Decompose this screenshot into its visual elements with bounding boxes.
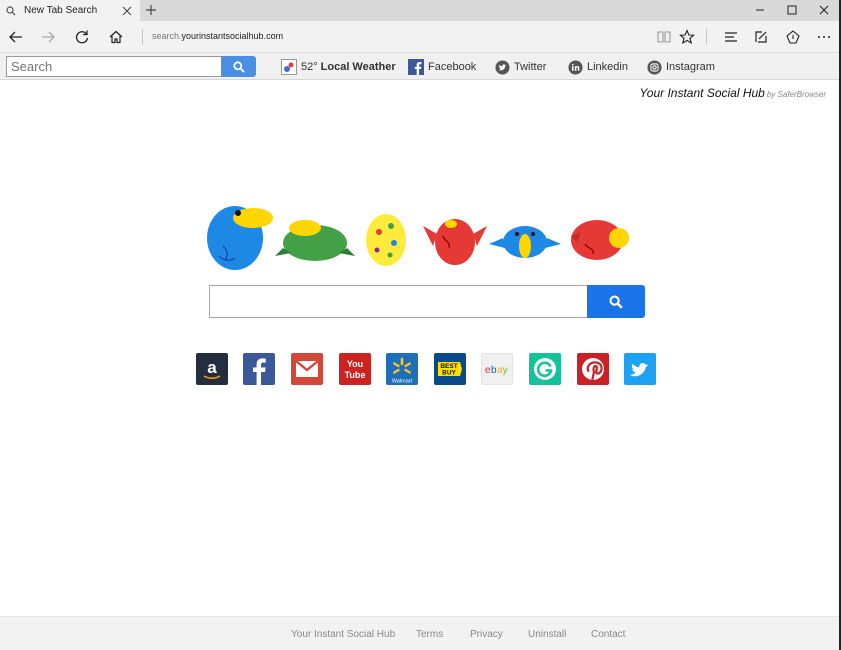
- forward-arrow-icon[interactable]: [40, 29, 56, 45]
- instagram-icon: [647, 59, 662, 75]
- toolbar-link-linkedin[interactable]: Linkedin: [568, 58, 628, 76]
- footer-link-privacy[interactable]: Privacy: [470, 629, 503, 640]
- favorite-star-icon[interactable]: [679, 29, 695, 45]
- bestbuy-icon: BESTBUY: [438, 362, 462, 377]
- extension-toolbar: 52°Local Weather Facebook Twitter Linked…: [0, 53, 841, 80]
- weather-icon: [281, 59, 297, 75]
- toolbar-link-label: Twitter: [514, 61, 547, 73]
- share-icon[interactable]: [785, 29, 801, 45]
- reading-view-icon[interactable]: [656, 29, 672, 45]
- brand-name: Your Instant Social Hub: [639, 86, 765, 100]
- walmart-icon: Walmart: [392, 357, 413, 385]
- maximize-icon[interactable]: [786, 4, 798, 16]
- address-divider: [142, 29, 143, 45]
- quick-link-walmart[interactable]: Walmart: [386, 353, 418, 385]
- toolbar-link-twitter[interactable]: Twitter: [495, 58, 546, 76]
- window-close-icon[interactable]: [818, 4, 830, 16]
- hub-icon[interactable]: [723, 29, 739, 45]
- amazon-icon: a: [203, 358, 221, 380]
- toolbar-link-label: Instagram: [666, 61, 715, 73]
- brand-by: by SaferBrowser: [766, 90, 826, 99]
- toolbar-link-label: Linkedin: [587, 61, 628, 73]
- svg-text:Walmart: Walmart: [392, 379, 413, 385]
- toolbar-search-input[interactable]: [6, 56, 222, 77]
- quick-link-youtube[interactable]: You Tube: [339, 353, 371, 385]
- weather-label: Local Weather: [320, 61, 396, 73]
- weather-temp: 52°: [301, 61, 318, 73]
- tab-bar: New Tab Search: [0, 0, 841, 21]
- search-icon: [232, 60, 245, 73]
- svg-text:y: y: [503, 365, 509, 376]
- quick-link-facebook[interactable]: [243, 353, 275, 385]
- new-tab-plus-icon[interactable]: [144, 3, 158, 17]
- toolbar-link-facebook[interactable]: Facebook: [408, 58, 476, 76]
- quick-link-amazon[interactable]: a: [196, 353, 228, 385]
- svg-text:You: You: [347, 359, 363, 369]
- address-bar-row: search.yourinstantsocialhub.com: [0, 21, 841, 53]
- search-icon: [609, 294, 623, 309]
- main-search-input[interactable]: [209, 285, 588, 318]
- toolbar-link-instagram[interactable]: Instagram: [647, 58, 715, 76]
- svg-text:b: b: [491, 365, 497, 376]
- main-search-button[interactable]: [587, 285, 645, 318]
- quick-link-gmail[interactable]: [291, 353, 323, 385]
- svg-text:Tube: Tube: [345, 370, 366, 380]
- footer-link-terms[interactable]: Terms: [416, 629, 443, 640]
- close-icon[interactable]: [122, 6, 132, 16]
- toolbar-weather[interactable]: 52° Local Weather: [281, 58, 396, 76]
- quick-link-ebay[interactable]: ebay: [481, 353, 513, 385]
- ebay-icon: ebay: [485, 365, 509, 376]
- quick-link-twitter[interactable]: [624, 353, 656, 385]
- toolbar-search-button[interactable]: [221, 56, 256, 77]
- footer-link-uninstall[interactable]: Uninstall: [528, 629, 566, 640]
- tab-title: New Tab Search: [24, 5, 98, 16]
- youtube-icon: YouTube: [345, 359, 366, 380]
- twitter-icon: [495, 59, 510, 75]
- footer-link-contact[interactable]: Contact: [591, 629, 625, 640]
- web-note-icon[interactable]: [753, 29, 769, 45]
- svg-text:e: e: [485, 365, 491, 376]
- toolbar-divider: [706, 29, 707, 45]
- quick-link-pinterest[interactable]: [577, 353, 609, 385]
- grammarly-icon: [534, 358, 556, 380]
- svg-text:BUY: BUY: [442, 370, 456, 377]
- linkedin-icon: [568, 59, 583, 75]
- footer-link-home[interactable]: Your Instant Social Hub: [291, 629, 395, 640]
- refresh-icon[interactable]: [74, 29, 90, 45]
- url-domain: yourinstantsocialhub.com: [181, 31, 284, 41]
- home-icon[interactable]: [108, 29, 124, 45]
- pinterest-icon: [582, 358, 604, 382]
- toolbar-link-label: Facebook: [428, 61, 477, 73]
- address-field[interactable]: search.yourinstantsocialhub.com: [152, 31, 283, 41]
- back-arrow-icon[interactable]: [8, 29, 24, 45]
- brand-title: Your Instant Social Hub by SaferBrowser: [639, 86, 826, 100]
- url-prefix: search.: [152, 31, 182, 41]
- facebook-icon: [253, 358, 266, 385]
- minimize-icon[interactable]: [754, 4, 766, 16]
- twitter-icon: [630, 362, 649, 377]
- svg-text:a: a: [207, 358, 217, 377]
- facebook-icon: [408, 59, 424, 75]
- gmail-icon: [295, 360, 319, 377]
- more-icon[interactable]: [816, 29, 832, 45]
- birds-logo: [207, 206, 629, 270]
- quick-link-bestbuy[interactable]: BEST BUY: [434, 353, 466, 385]
- search-icon: [6, 5, 16, 15]
- tab-new-tab-search[interactable]: New Tab Search: [0, 0, 140, 21]
- footer: Your Instant Social Hub Terms Privacy Un…: [0, 616, 841, 650]
- quick-link-grammarly[interactable]: [529, 353, 561, 385]
